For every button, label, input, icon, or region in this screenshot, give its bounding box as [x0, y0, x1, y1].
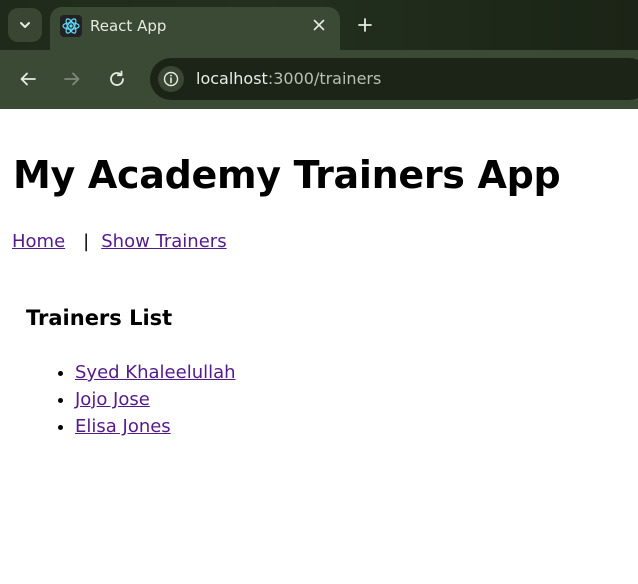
list-item: Syed Khaleelullah — [75, 359, 236, 386]
section-title: Trainers List — [26, 306, 173, 330]
nav-separator: | — [83, 231, 90, 252]
url-text: localhost:3000/trainers — [196, 69, 381, 88]
tab-close-button[interactable] — [310, 16, 328, 34]
tab-strip: React App — [0, 0, 638, 50]
page-title: My Academy Trainers App — [13, 153, 561, 197]
app-nav: Home | Show Trainers — [12, 231, 227, 252]
browser-chrome: React App localhost:3000/trainers — [0, 0, 638, 109]
trainer-link[interactable]: Jojo Jose — [75, 389, 150, 410]
chevron-down-icon — [20, 22, 30, 28]
reload-button[interactable] — [102, 64, 132, 94]
browser-toolbar: localhost:3000/trainers — [0, 50, 638, 109]
react-favicon — [60, 15, 82, 37]
plus-icon — [358, 18, 372, 32]
url-path: :3000/trainers — [267, 69, 382, 88]
back-button[interactable] — [13, 64, 43, 94]
tab-search-button[interactable] — [8, 8, 42, 42]
url-host: localhost — [196, 69, 268, 88]
new-tab-button[interactable] — [352, 12, 378, 38]
reload-icon — [110, 70, 124, 86]
forward-button[interactable] — [57, 64, 87, 94]
tab-title: React App — [90, 17, 167, 35]
nav-link-home[interactable]: Home — [12, 231, 65, 252]
nav-link-show-trainers[interactable]: Show Trainers — [101, 231, 226, 252]
trainer-list: Syed Khaleelullah Jojo Jose Elisa Jones — [36, 359, 236, 440]
site-info-icon — [163, 71, 179, 87]
page-content: My Academy Trainers App Home | Show Traine… — [0, 109, 638, 584]
forward-arrow-icon — [64, 72, 80, 86]
list-item: Elisa Jones — [75, 413, 236, 440]
address-bar[interactable]: localhost:3000/trainers — [150, 58, 638, 100]
close-icon — [313, 19, 325, 31]
trainer-link[interactable]: Syed Khaleelullah — [75, 362, 236, 383]
trainer-link[interactable]: Elisa Jones — [75, 416, 171, 437]
tab-react-app[interactable]: React App — [50, 7, 340, 50]
back-arrow-icon — [20, 72, 36, 86]
list-item: Jojo Jose — [75, 386, 236, 413]
site-info-button[interactable] — [158, 66, 184, 92]
